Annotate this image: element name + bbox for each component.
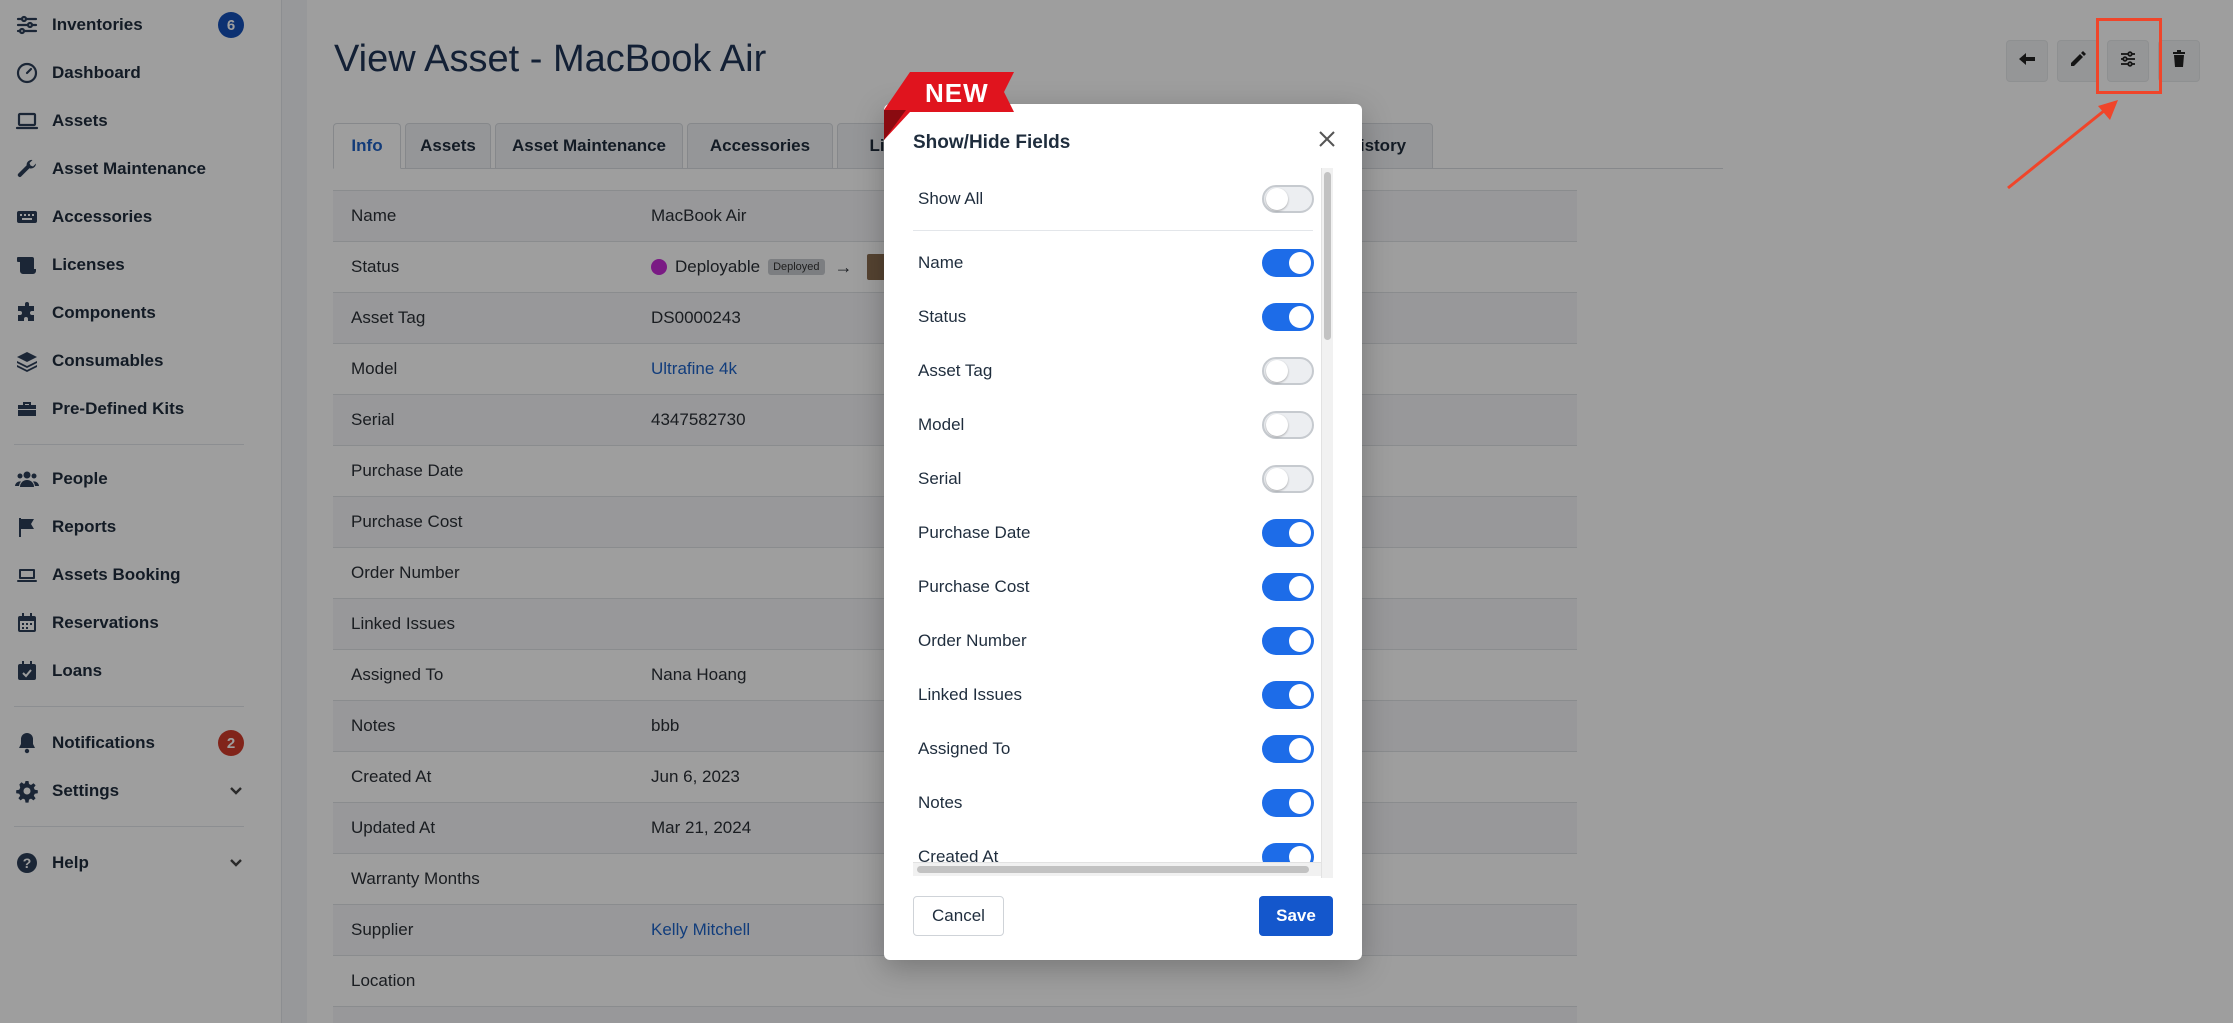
model-toggle[interactable] (1262, 411, 1314, 439)
field-label: Serial (918, 469, 962, 488)
toggle-knob (1289, 684, 1311, 706)
list-divider (913, 230, 1313, 231)
field-row-serial: Serial (913, 452, 1314, 506)
fields-list: Show All Name Status Asset Tag Model Ser… (913, 168, 1333, 876)
toggle-knob (1289, 252, 1311, 274)
field-label: Order Number (918, 631, 1027, 650)
field-row-order-number: Order Number (913, 614, 1314, 668)
purchase-cost-toggle[interactable] (1262, 573, 1314, 601)
field-label: Purchase Date (918, 523, 1031, 542)
toggle-knob (1289, 738, 1311, 760)
field-row-linked-issues: Linked Issues (913, 668, 1314, 722)
field-label: Assigned To (918, 739, 1011, 758)
scrollbar-thumb[interactable] (917, 866, 1309, 873)
assigned-to-toggle[interactable] (1262, 735, 1314, 763)
vertical-scrollbar[interactable] (1321, 168, 1333, 878)
field-row-show-all: Show All (913, 172, 1314, 226)
toggle-knob (1266, 188, 1288, 210)
cancel-button[interactable]: Cancel (913, 896, 1004, 936)
field-row-status: Status (913, 290, 1314, 344)
annotation-arrow-icon (2007, 100, 2118, 190)
asset-tag-toggle[interactable] (1262, 357, 1314, 385)
field-label: Model (918, 415, 965, 434)
purchase-date-toggle[interactable] (1262, 519, 1314, 547)
field-row-notes: Notes (913, 776, 1314, 830)
scrollbar-thumb[interactable] (1324, 172, 1331, 340)
field-label: Name (918, 253, 964, 272)
toggle-knob (1289, 630, 1311, 652)
toggle-knob (1266, 414, 1288, 436)
name-toggle[interactable] (1262, 249, 1314, 277)
field-row-asset-tag: Asset Tag (913, 344, 1314, 398)
field-row-model: Model (913, 398, 1314, 452)
toggle-knob (1289, 306, 1311, 328)
field-row-purchase-cost: Purchase Cost (913, 560, 1314, 614)
annotation-highlight-box (2096, 18, 2162, 94)
toggle-knob (1266, 360, 1288, 382)
ribbon-label: NEW (925, 78, 989, 108)
field-label: Notes (918, 793, 963, 812)
close-icon[interactable] (1314, 126, 1340, 152)
show-hide-fields-modal: Show/Hide Fields Show All Name Status As… (884, 104, 1362, 960)
show-all-toggle[interactable] (1262, 185, 1314, 213)
field-row-purchase-date: Purchase Date (913, 506, 1314, 560)
field-label: Show All (918, 189, 984, 208)
status-toggle[interactable] (1262, 303, 1314, 331)
field-label: Asset Tag (918, 361, 993, 380)
toggle-knob (1266, 468, 1288, 490)
field-row-name: Name (913, 236, 1314, 290)
serial-toggle[interactable] (1262, 465, 1314, 493)
order-number-toggle[interactable] (1262, 627, 1314, 655)
new-ribbon: NEW (880, 72, 1014, 140)
notes-toggle[interactable] (1262, 789, 1314, 817)
field-row-assigned-to: Assigned To (913, 722, 1314, 776)
field-label: Purchase Cost (918, 577, 1030, 596)
horizontal-scrollbar[interactable] (913, 862, 1321, 876)
toggle-knob (1289, 576, 1311, 598)
field-label: Linked Issues (918, 685, 1022, 704)
save-button[interactable]: Save (1259, 896, 1333, 936)
field-label: Status (918, 307, 967, 326)
toggle-knob (1289, 792, 1311, 814)
toggle-knob (1289, 522, 1311, 544)
linked-issues-toggle[interactable] (1262, 681, 1314, 709)
